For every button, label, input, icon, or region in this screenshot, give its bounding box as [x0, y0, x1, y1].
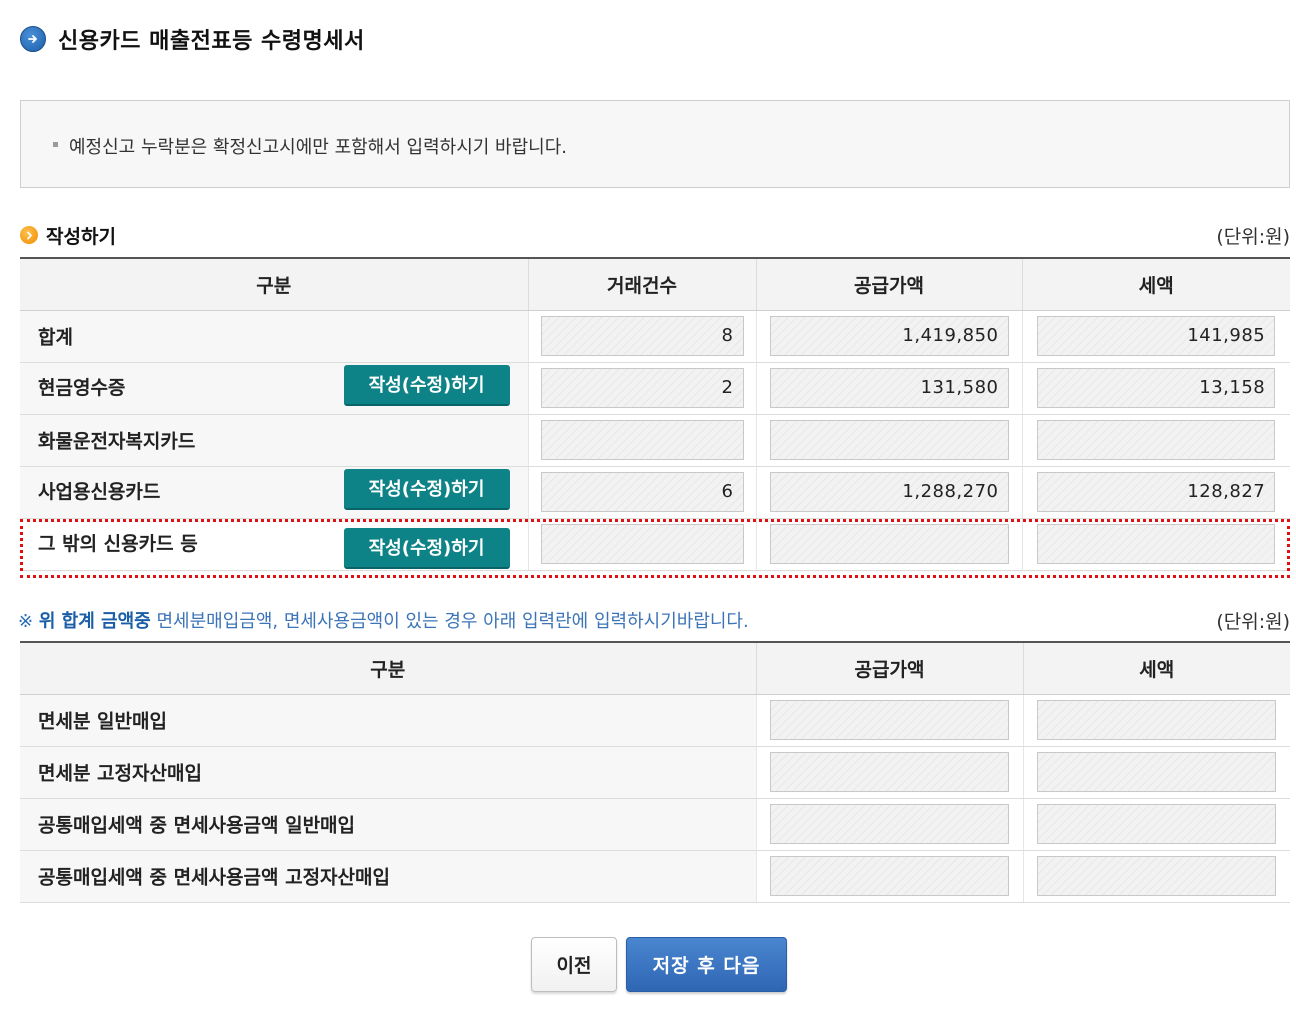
- column-header-supply: 공급가액: [755, 258, 1022, 311]
- tax-amount-field: [1037, 856, 1277, 896]
- bullet-icon: [53, 142, 58, 147]
- supply-amount-field: [770, 804, 1009, 844]
- column-header-tax: 세액: [1022, 642, 1290, 695]
- column-header-category: 구분: [20, 258, 528, 311]
- tax-amount-field: [1037, 420, 1276, 460]
- note-text: 면세분매입금액, 면세사용금액이 있는 경우 아래 입력란에 입력하시기바랍니다…: [156, 611, 749, 632]
- row-label-cell: 면세분 일반매입: [20, 694, 756, 747]
- column-header-tax: 세액: [1021, 258, 1290, 311]
- count-field: 2: [540, 368, 744, 408]
- column-header-supply: 공급가액: [755, 642, 1023, 695]
- table-row: 공통매입세액 중 면세사용금액 일반매입: [20, 798, 1290, 851]
- page-title: 신용카드 매출전표등 수령명세서: [58, 29, 365, 54]
- supply-amount-field: 1,288,270: [769, 472, 1009, 512]
- receipt-summary-table: 구분 거래건수 공급가액 세액 합계 8 1,419,850 141,985 현…: [20, 257, 1290, 571]
- chevron-right-circle-icon: [20, 226, 38, 244]
- tax-amount-field: 128,827: [1037, 472, 1276, 512]
- table-row: 공통매입세액 중 면세사용금액 고정자산매입: [20, 850, 1290, 903]
- tax-amount-field: [1037, 700, 1277, 740]
- exempt-table: 구분 공급가액 세액 면세분 일반매입 면세분 고정자산매입 공통매입세액 중 …: [20, 641, 1290, 903]
- table-row: 면세분 고정자산매입: [20, 746, 1290, 799]
- page-header: 신용카드 매출전표등 수령명세서: [20, 24, 365, 54]
- count-field: 6: [540, 472, 744, 512]
- tax-amount-field: [1037, 524, 1276, 564]
- tax-amount-field: [1037, 752, 1277, 792]
- row-label: 면세분 고정자산매입: [38, 762, 202, 785]
- table-row-cash-receipt: 현금영수증 작성(수정)하기 2 131,580 13,158: [20, 362, 1290, 415]
- table-header-row: 구분 거래건수 공급가액 세액: [20, 258, 1290, 311]
- row-label-cell: 공통매입세액 중 면세사용금액 고정자산매입: [20, 850, 756, 903]
- supply-amount-field: [770, 700, 1009, 740]
- row-label-cell: 화물운전자복지카드: [20, 414, 528, 467]
- row-label: 합계: [38, 326, 73, 349]
- supply-amount-field: 131,580: [769, 368, 1009, 408]
- supply-amount-field: 1,419,850: [769, 316, 1009, 356]
- row-label-cell: 그 밖의 신용카드 등 작성(수정)하기: [20, 518, 528, 571]
- row-label-cell: 면세분 고정자산매입: [20, 746, 756, 799]
- supply-amount-field: [769, 420, 1009, 460]
- column-header-category: 구분: [20, 642, 756, 695]
- note-bold-text: 위 합계 금액중: [38, 611, 151, 632]
- unit-label: (단위:원): [1216, 226, 1290, 248]
- edit-cash-receipt-button[interactable]: 작성(수정)하기: [343, 364, 510, 406]
- table-row: 면세분 일반매입: [20, 694, 1290, 747]
- table-header-row: 구분 공급가액 세액: [20, 642, 1290, 695]
- save-next-button[interactable]: 저장 후 다음: [626, 937, 787, 992]
- supply-amount-field: [770, 856, 1009, 896]
- notice-box: 예정신고 누락분은 확정신고시에만 포함해서 입력하시기 바랍니다.: [20, 100, 1290, 188]
- arrow-right-circle-icon: [20, 26, 46, 52]
- row-label: 그 밖의 신용카드 등: [38, 532, 198, 555]
- section-header: 작성하기 (단위:원): [20, 222, 1290, 248]
- supply-amount-field: [769, 524, 1009, 564]
- table-row-other-card: 그 밖의 신용카드 등 작성(수정)하기: [20, 518, 1290, 571]
- section-title: 작성하기: [46, 226, 116, 248]
- count-field: [540, 420, 744, 460]
- edit-business-card-button[interactable]: 작성(수정)하기: [343, 468, 510, 510]
- tax-amount-field: 13,158: [1037, 368, 1276, 408]
- tax-amount-field: 141,985: [1037, 316, 1276, 356]
- supply-amount-field: [770, 752, 1009, 792]
- unit-label: (단위:원): [1216, 611, 1290, 633]
- row-label: 공통매입세액 중 면세사용금액 일반매입: [38, 814, 356, 837]
- row-label: 화물운전자복지카드: [38, 430, 196, 453]
- prev-button[interactable]: 이전: [531, 937, 617, 992]
- note-mark: ※: [18, 611, 34, 632]
- count-field: [540, 524, 744, 564]
- notice-text: 예정신고 누락분은 확정신고시에만 포함해서 입력하시기 바랍니다.: [69, 137, 568, 158]
- column-header-count: 거래건수: [527, 258, 756, 311]
- row-label-cell: 합계: [20, 310, 528, 363]
- row-label-cell: 현금영수증 작성(수정)하기: [20, 362, 528, 415]
- exempt-note: ※ 위 합계 금액중 면세분매입금액, 면세사용금액이 있는 경우 아래 입력란…: [18, 607, 1290, 633]
- row-label: 면세분 일반매입: [38, 710, 167, 733]
- table-row-total: 합계 8 1,419,850 141,985: [20, 310, 1290, 363]
- edit-other-card-button[interactable]: 작성(수정)하기: [343, 527, 510, 569]
- tax-amount-field: [1037, 804, 1277, 844]
- row-label: 현금영수증: [38, 376, 126, 399]
- row-label-cell: 공통매입세액 중 면세사용금액 일반매입: [20, 798, 756, 851]
- row-label: 공통매입세액 중 면세사용금액 고정자산매입: [38, 866, 390, 889]
- row-label-cell: 사업용신용카드 작성(수정)하기: [20, 466, 528, 519]
- row-label: 사업용신용카드: [38, 480, 161, 503]
- table-row-freight-card: 화물운전자복지카드: [20, 414, 1290, 467]
- table-row-business-card: 사업용신용카드 작성(수정)하기 6 1,288,270 128,827: [20, 466, 1290, 519]
- count-field: 8: [540, 316, 744, 356]
